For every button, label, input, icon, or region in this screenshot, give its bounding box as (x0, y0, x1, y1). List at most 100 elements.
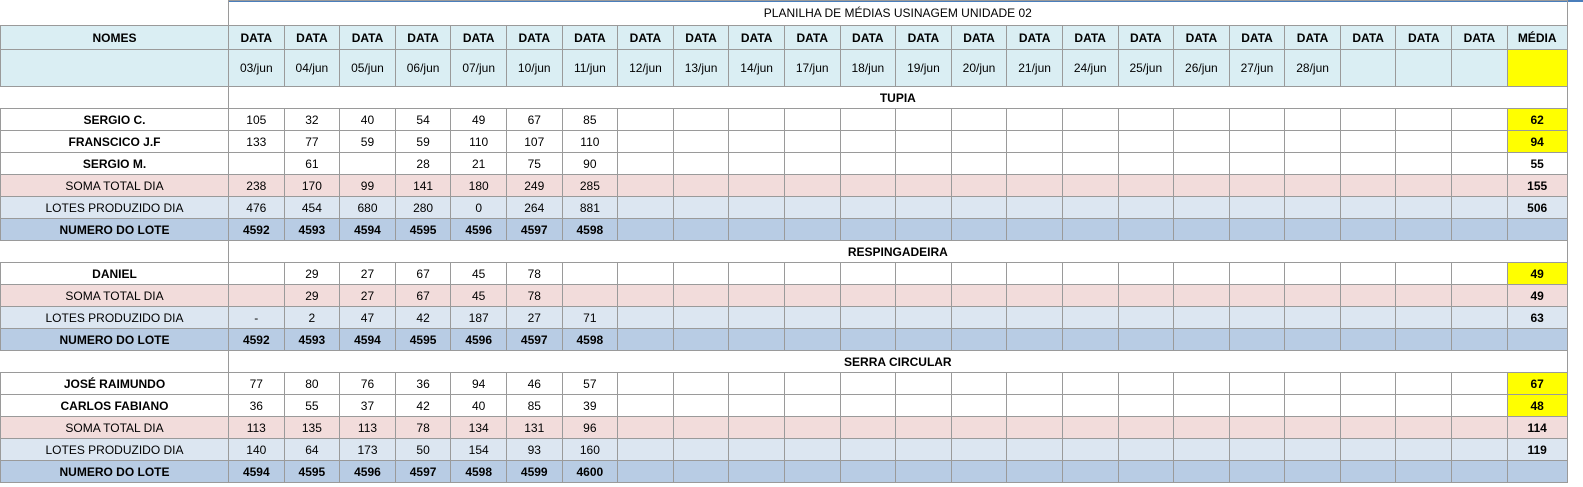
value-cell[interactable]: 57 (561, 372, 619, 395)
header-data-cell[interactable]: DATA (1173, 25, 1230, 50)
value-cell[interactable] (1451, 196, 1508, 219)
numero-lote-row-mean[interactable] (1506, 218, 1568, 241)
value-cell[interactable] (672, 108, 730, 131)
value-cell[interactable] (1395, 284, 1453, 307)
value-cell[interactable] (895, 394, 952, 417)
value-cell[interactable]: 4595 (394, 328, 452, 351)
date-cell[interactable]: 25/jun (1117, 49, 1175, 87)
value-cell[interactable] (1006, 460, 1063, 483)
person-name[interactable]: FRANSCICO J.F (0, 130, 229, 153)
header-data-cell[interactable]: DATA (617, 25, 674, 50)
value-cell[interactable] (1173, 438, 1230, 461)
value-cell[interactable] (1173, 108, 1230, 131)
value-cell[interactable] (617, 438, 674, 461)
value-cell[interactable]: 47 (339, 306, 396, 329)
value-cell[interactable] (783, 174, 841, 197)
value-cell[interactable] (1395, 460, 1453, 483)
date-cell[interactable]: 27/jun (1228, 49, 1286, 87)
value-cell[interactable] (1451, 394, 1508, 417)
value-cell[interactable] (950, 394, 1008, 417)
value-cell[interactable] (895, 460, 952, 483)
numero-lote-row-mean[interactable] (1506, 460, 1568, 483)
date-cell[interactable] (1339, 49, 1397, 87)
value-cell[interactable]: 4596 (339, 460, 396, 483)
value-cell[interactable] (783, 328, 841, 351)
value-cell[interactable]: 113 (228, 416, 285, 439)
value-cell[interactable] (839, 196, 897, 219)
value-cell[interactable] (617, 306, 674, 329)
value-cell[interactable] (1284, 218, 1341, 241)
value-cell[interactable]: 78 (505, 262, 563, 285)
value-cell[interactable] (950, 262, 1008, 285)
person-mean[interactable]: 55 (1506, 152, 1568, 175)
value-cell[interactable] (728, 372, 785, 395)
value-cell[interactable] (1284, 262, 1341, 285)
value-cell[interactable] (1117, 284, 1175, 307)
lotes-produzido-row-mean[interactable]: 63 (1506, 306, 1568, 329)
value-cell[interactable] (783, 152, 841, 175)
value-cell[interactable] (1228, 416, 1286, 439)
value-cell[interactable] (839, 394, 897, 417)
header-data-cell[interactable]: DATA (228, 25, 285, 50)
value-cell[interactable] (1006, 130, 1063, 153)
sheet-title[interactable]: PLANILHA DE MÉDIAS USINAGEM UNIDADE 02 (228, 0, 1568, 26)
value-cell[interactable] (728, 284, 785, 307)
value-cell[interactable] (1284, 284, 1341, 307)
value-cell[interactable]: 67 (505, 108, 563, 131)
value-cell[interactable] (950, 416, 1008, 439)
value-cell[interactable] (1117, 460, 1175, 483)
value-cell[interactable]: 40 (339, 108, 396, 131)
value-cell[interactable]: 59 (339, 130, 396, 153)
value-cell[interactable] (1117, 394, 1175, 417)
value-cell[interactable] (1117, 438, 1175, 461)
value-cell[interactable] (339, 152, 396, 175)
value-cell[interactable] (1395, 416, 1453, 439)
value-cell[interactable]: 170 (283, 174, 341, 197)
value-cell[interactable] (1228, 218, 1286, 241)
value-cell[interactable] (1228, 108, 1286, 131)
lotes-produzido-row-mean[interactable]: 119 (1506, 438, 1568, 461)
value-cell[interactable]: 4592 (228, 218, 285, 241)
value-cell[interactable] (1061, 152, 1119, 175)
value-cell[interactable] (672, 196, 730, 219)
value-cell[interactable] (1006, 108, 1063, 131)
value-cell[interactable] (728, 218, 785, 241)
value-cell[interactable] (950, 328, 1008, 351)
value-cell[interactable] (1339, 108, 1397, 131)
value-cell[interactable]: 45 (450, 284, 507, 307)
value-cell[interactable]: 21 (450, 152, 507, 175)
value-cell[interactable]: 75 (505, 152, 563, 175)
value-cell[interactable] (1173, 394, 1230, 417)
value-cell[interactable] (1339, 152, 1397, 175)
header-data-cell[interactable]: DATA (1395, 25, 1453, 50)
date-cell[interactable]: 13/jun (672, 49, 730, 87)
value-cell[interactable] (1284, 130, 1341, 153)
value-cell[interactable]: 76 (339, 372, 396, 395)
header-data-cell[interactable]: DATA (450, 25, 507, 50)
value-cell[interactable] (1339, 328, 1397, 351)
value-cell[interactable]: 67 (394, 284, 452, 307)
value-cell[interactable]: 4597 (394, 460, 452, 483)
section-blank-cell[interactable] (0, 86, 229, 109)
value-cell[interactable] (1395, 174, 1453, 197)
value-cell[interactable] (783, 196, 841, 219)
value-cell[interactable] (783, 460, 841, 483)
value-cell[interactable] (1006, 196, 1063, 219)
value-cell[interactable] (1339, 438, 1397, 461)
value-cell[interactable]: 154 (450, 438, 507, 461)
value-cell[interactable] (672, 372, 730, 395)
value-cell[interactable] (1395, 372, 1453, 395)
value-cell[interactable]: 80 (283, 372, 341, 395)
value-cell[interactable] (895, 174, 952, 197)
value-cell[interactable]: 42 (394, 394, 452, 417)
value-cell[interactable] (1451, 460, 1508, 483)
value-cell[interactable]: 4598 (561, 218, 619, 241)
value-cell[interactable]: 77 (283, 130, 341, 153)
value-cell[interactable] (672, 460, 730, 483)
value-cell[interactable] (1117, 372, 1175, 395)
date-cell[interactable]: 12/jun (617, 49, 674, 87)
date-cell[interactable]: 26/jun (1173, 49, 1230, 87)
value-cell[interactable] (1061, 108, 1119, 131)
value-cell[interactable] (617, 372, 674, 395)
value-cell[interactable]: 187 (450, 306, 507, 329)
